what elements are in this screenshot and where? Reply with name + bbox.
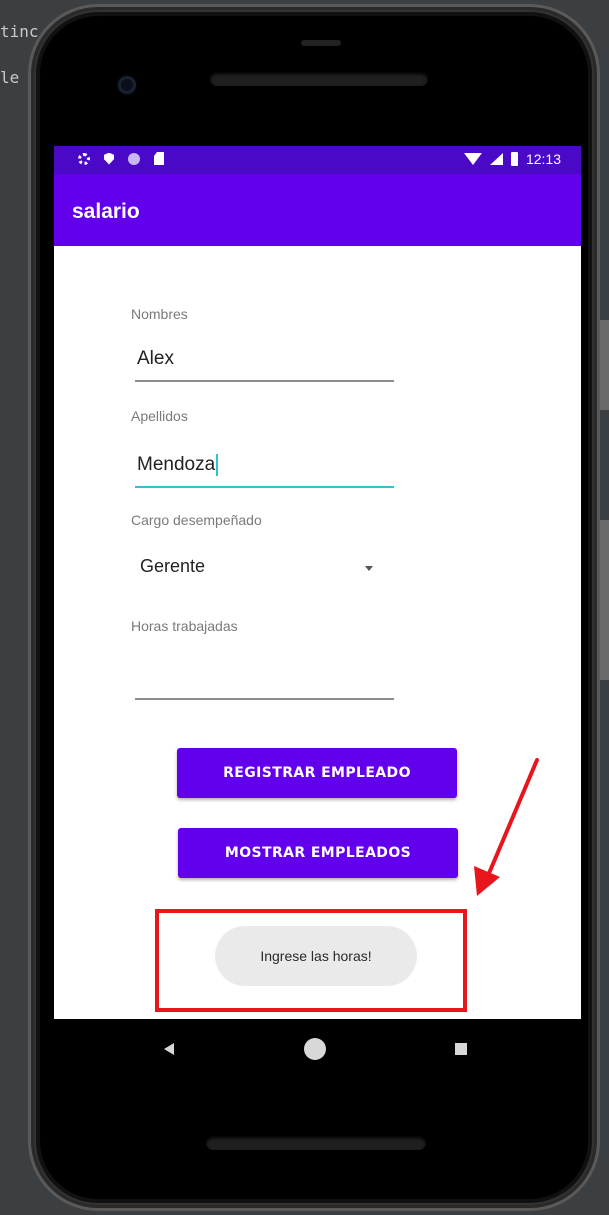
annotation-arrow-icon (474, 758, 539, 896)
